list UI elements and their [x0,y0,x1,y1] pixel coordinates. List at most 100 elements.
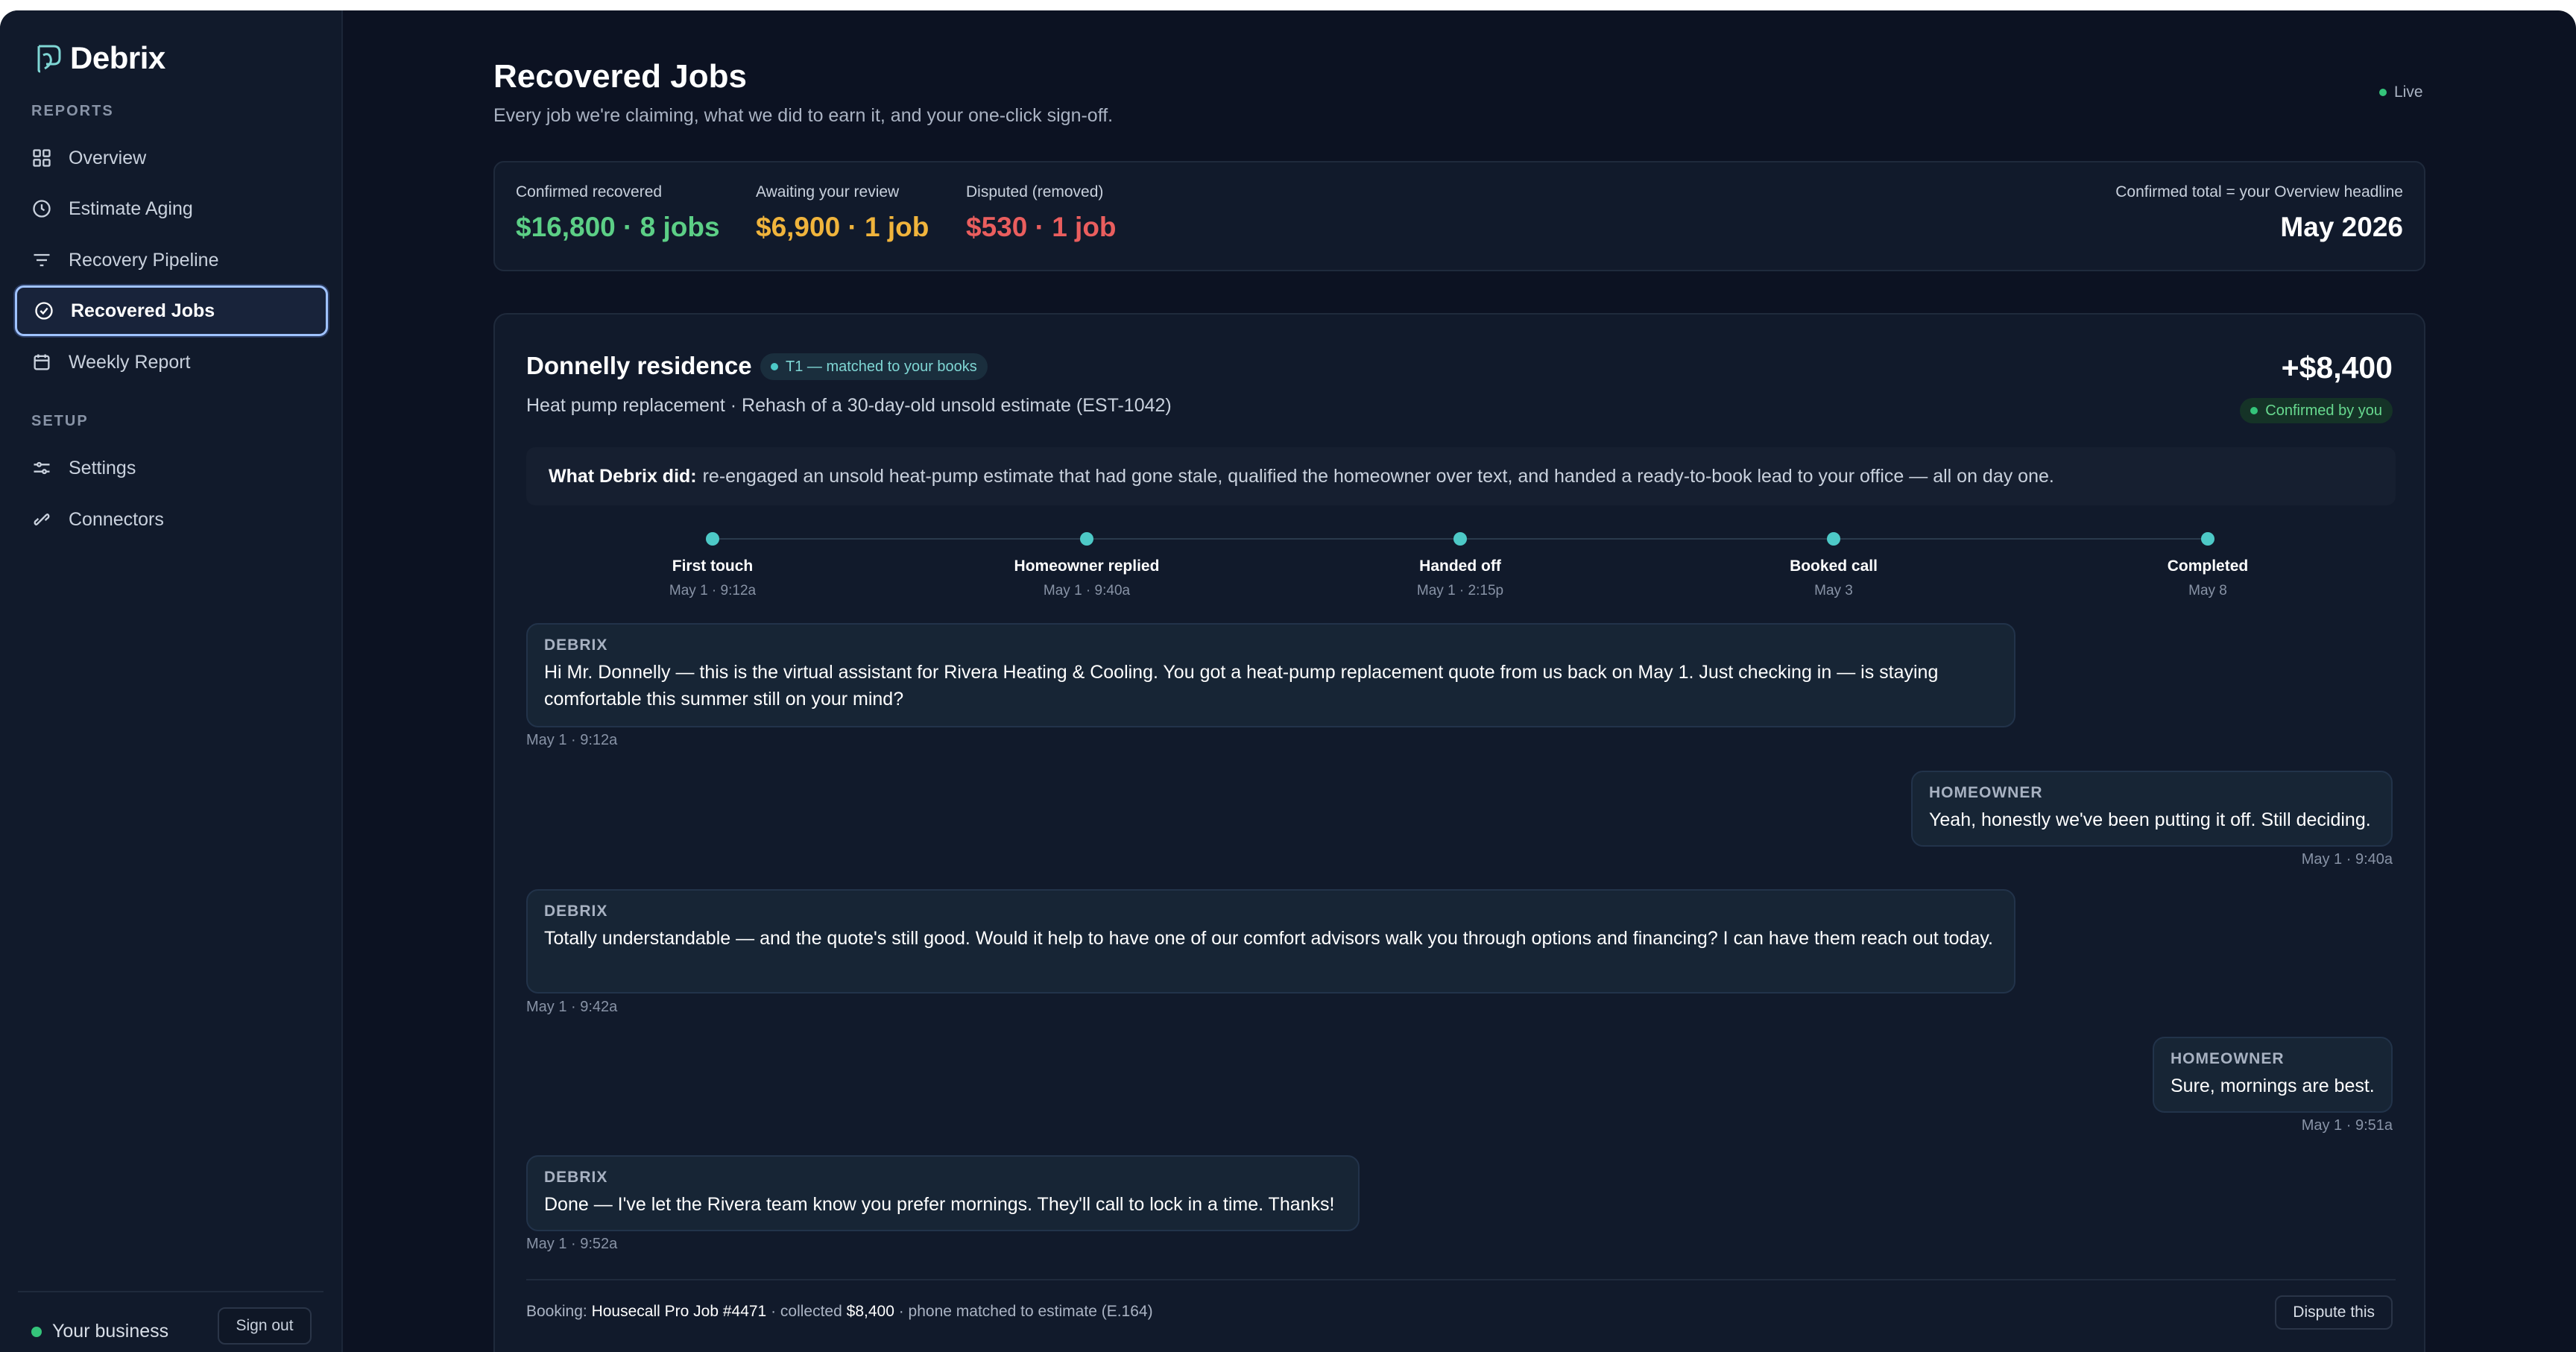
sidebar-item-overview[interactable]: Overview [15,133,328,183]
stat-label: Confirmed recovered [516,183,663,200]
status-badge-label: Confirmed by you [2265,402,2382,419]
sign-out-button[interactable]: Sign out [218,1307,312,1345]
stat-label: Awaiting your review [756,183,900,200]
message-sender: HOMEOWNER [1929,784,2043,801]
dispute-button[interactable]: Dispute this [2275,1295,2393,1330]
timeline-time: May 1 · 9:12a [669,583,757,598]
filter-icon [34,253,50,267]
booking-suffix: · phone matched to estimate (E.164) [898,1303,1153,1320]
timeline-dot-icon [1080,532,1093,546]
message-text: Yeah, honestly we've been putting it off… [1929,809,2371,830]
job-amount: +$8,400 [2281,350,2393,385]
stat-awaiting: Awaiting your review $6,900 · 1 job [756,183,929,243]
timeline-label: Handed off [1419,557,1501,575]
timeline-dot-icon [2201,532,2214,546]
page-subtitle: Every job we're claiming, what we did to… [493,105,1114,126]
stats-summary: Confirmed recovered $16,800 · 8 jobs Awa… [493,161,2425,271]
message-text: Hi Mr. Donnelly — this is the virtual as… [544,662,1939,710]
confirmed-dot-icon [2250,407,2258,414]
message-text: Totally understandable — and the quote's… [544,928,1993,949]
live-label: Live [2394,83,2423,101]
grid-icon [33,149,51,167]
sidebar-item-label: Weekly Report [69,351,191,373]
what-debrix-did-label: What Debrix did: [549,465,697,487]
sidebar: Debrix REPORTS Overview Estimate Aging R… [0,10,343,1352]
booking-info: Booking: Housecall Pro Job #4471 · colle… [526,1303,1153,1321]
timeline-label: Homeowner replied [1014,557,1160,575]
calendar-icon [34,354,50,370]
sidebar-item-label: Recovered Jobs [71,300,215,321]
sidebar-item-weekly-report[interactable]: Weekly Report [15,337,328,388]
debrix-logo-icon [37,45,61,73]
message-time: May 1 · 9:52a [526,1236,618,1252]
message-sender: DEBRIX [544,1169,608,1186]
timeline-label: First touch [672,557,754,575]
app-window: Debrix REPORTS Overview Estimate Aging R… [0,10,2576,1352]
message-sender: DEBRIX [544,636,608,654]
stat-label: Confirmed total = your Overview headline [2115,183,2403,200]
reports-section-label: REPORTS [31,103,114,119]
sidebar-item-label: Estimate Aging [69,198,193,219]
tier-badge-label: T1 — matched to your books [786,358,977,375]
job-timeline: First touch May 1 · 9:12a Homeowner repl… [526,525,2396,607]
booking-collected-prefix: · collected [771,1303,842,1320]
live-indicator: Live [2379,83,2423,101]
sidebar-item-label: Recovery Pipeline [69,249,219,271]
message-text: Done — I've let the Rivera team know you… [544,1194,1335,1215]
sidebar-item-label: Overview [69,147,147,168]
booking-prefix: Booking: [526,1303,587,1320]
message-time: May 1 · 9:40a [2301,851,2393,868]
sidebar-item-recovery-pipeline[interactable]: Recovery Pipeline [15,235,328,285]
timeline-time: May 3 [1814,583,1853,598]
what-debrix-did: What Debrix did: re-engaged an unsold he… [526,447,2396,505]
message-debrix: DEBRIX Totally understandable — and the … [526,889,2015,994]
timeline-label: Completed [2167,557,2249,575]
timeline-time: May 1 · 2:15p [1416,583,1504,598]
timeline-step: Homeowner replied May 1 · 9:40a [938,525,1236,599]
sidebar-item-estimate-aging[interactable]: Estimate Aging [15,183,328,234]
stat-period: May 2026 [2280,212,2403,242]
timeline-step: First touch May 1 · 9:12a [564,525,862,599]
message-debrix: DEBRIX Done — I've let the Rivera team k… [526,1155,1360,1231]
message-time: May 1 · 9:51a [2301,1117,2393,1134]
tier-dot-icon [771,363,778,370]
stat-label: Disputed (removed) [966,183,1104,200]
live-dot-icon [2379,89,2387,96]
sidebar-item-label: Connectors [69,508,164,530]
timeline-step: Completed May 8 [2059,525,2357,599]
check-circle-icon [35,302,53,320]
logo[interactable]: Debrix [33,40,165,76]
sliders-icon [34,461,50,475]
timeline-dot-icon [1453,532,1467,546]
sidebar-item-recovered-jobs[interactable]: Recovered Jobs [15,285,328,336]
timeline-step: Booked call May 3 [1685,525,1983,599]
sidebar-item-label: Settings [69,457,136,478]
sidebar-item-connectors[interactable]: Connectors [15,494,328,545]
timeline-step: Handed off May 1 · 2:15p [1311,525,1609,599]
app-name: Debrix [70,40,165,75]
timeline-time: May 8 [2188,583,2227,598]
booking-job-link[interactable]: Housecall Pro Job #4471 [592,1303,767,1320]
what-debrix-did-text: re-engaged an unsold heat-pump estimate … [702,465,2054,487]
status-dot-icon [31,1326,42,1337]
sidebar-item-settings[interactable]: Settings [15,443,328,493]
message-time: May 1 · 9:42a [526,999,618,1015]
clock-icon [33,200,51,218]
message-homeowner: HOMEOWNER Yeah, honestly we've been putt… [1911,771,2393,847]
timeline-time: May 1 · 9:40a [1043,583,1131,598]
business-switcher[interactable]: Your business [31,1321,168,1342]
message-sender: HOMEOWNER [2171,1050,2285,1067]
page-title: Recovered Jobs [493,58,747,95]
status-badge: Confirmed by you [2240,398,2393,423]
job-title: Donnelly residence [526,352,752,379]
timeline-label: Booked call [1790,557,1878,575]
business-name: Your business [52,1321,169,1342]
tier-badge: T1 — matched to your books [760,353,988,380]
sidebar-footer: Your business Sign out [18,1291,323,1345]
message-homeowner: HOMEOWNER Sure, mornings are best. [2153,1037,2393,1113]
stat-value: $6,900 · 1 job [756,212,929,242]
link-icon [34,514,50,525]
timeline-dot-icon [706,532,719,546]
message-debrix: DEBRIX Hi Mr. Donnelly — this is the vir… [526,623,2015,727]
stat-disputed: Disputed (removed) $530 · 1 job [966,183,1117,243]
